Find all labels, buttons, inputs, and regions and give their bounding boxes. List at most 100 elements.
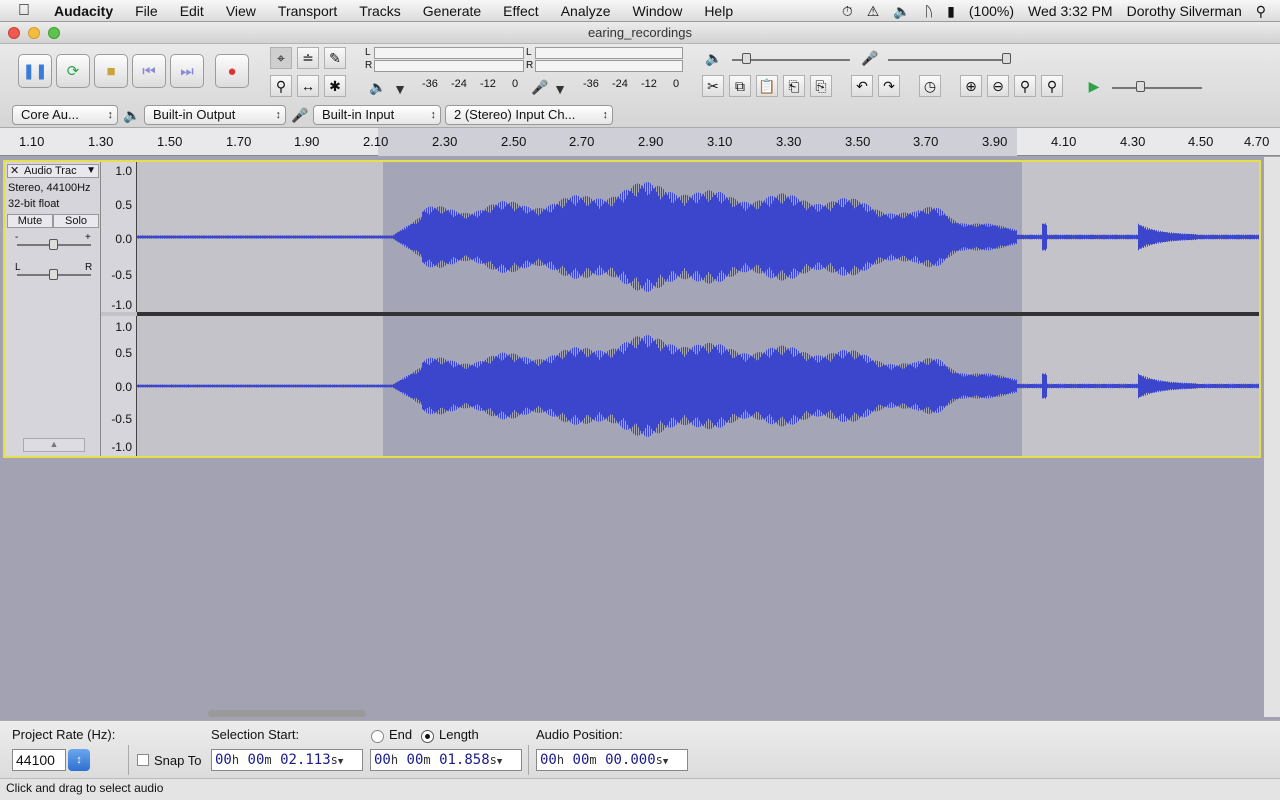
envelope-tool[interactable]: ≐ [297, 47, 319, 69]
input-device-icon: 🎤 [291, 106, 309, 123]
close-window-button[interactable] [8, 27, 20, 39]
draw-tool[interactable]: ✎ [324, 47, 346, 69]
pause-button[interactable]: ❚❚ [18, 54, 52, 88]
vertical-scrollbar[interactable] [1264, 157, 1280, 717]
minimize-window-button[interactable] [28, 27, 40, 39]
horizontal-scrollbar[interactable] [136, 708, 1264, 718]
input-channels-select[interactable]: 2 (Stereo) Input Ch... [445, 105, 613, 125]
horizontal-scroll-thumb[interactable] [208, 710, 366, 717]
input-volume-slider[interactable] [1002, 53, 1011, 64]
track-menu-chevron-icon[interactable]: ▼ [86, 165, 96, 176]
undo-button[interactable]: ↶ [851, 75, 873, 97]
multi-tool[interactable]: ✱ [324, 75, 346, 97]
redo-button[interactable]: ↷ [878, 75, 900, 97]
play-scale-24: -24 [451, 78, 467, 90]
collapse-track-button[interactable]: ▲ [23, 438, 85, 452]
output-volume-slider[interactable] [742, 53, 751, 64]
rec-meter-menu-icon[interactable]: ▼ [548, 78, 572, 100]
selection-start-time[interactable]: 00h 00m 02.113s▼ [211, 749, 363, 771]
menu-effect[interactable]: Effect [503, 3, 539, 19]
skip-end-button[interactable]: ⏭ [170, 54, 204, 88]
mac-menu-bar:  Audacity File Edit View Transport Trac… [0, 0, 1280, 22]
menu-view[interactable]: View [226, 3, 256, 19]
play-at-speed-icon[interactable]: ▶ [1082, 75, 1106, 97]
scale-label: 0.0 [115, 380, 132, 394]
paste-button[interactable]: 📋 [756, 75, 778, 97]
play-meter-menu-icon[interactable]: ▼ [388, 78, 412, 100]
fit-selection-button[interactable]: ⚲ [1014, 75, 1036, 97]
timeshift-tool[interactable]: ↔ [297, 75, 319, 97]
selection-tool[interactable]: ⌖ [270, 47, 292, 69]
trim-icon: ⎗ [788, 77, 800, 94]
zoom-out-button[interactable]: ⊖ [987, 75, 1009, 97]
loop-play-button[interactable]: ⟳ [56, 54, 90, 88]
format-menu-icon[interactable]: ▼ [338, 757, 343, 767]
play-speed-slider[interactable] [1136, 81, 1145, 92]
right-channel-waveform[interactable] [137, 316, 1259, 456]
volume-icon[interactable]: 🔈 [893, 3, 910, 20]
format-menu-icon[interactable]: ▼ [497, 757, 502, 767]
cut-button[interactable]: ✂ [702, 75, 724, 97]
battery-icon[interactable]: ▮ [947, 3, 955, 20]
audio-host-select[interactable]: Core Au... [12, 105, 118, 125]
project-rate-input[interactable]: 44100 [12, 749, 66, 771]
track-control-panel: ✕ Audio Trac ▼ Stereo, 44100Hz 32-bit fl… [5, 162, 101, 456]
menu-transport[interactable]: Transport [278, 3, 337, 19]
zoom-window-button[interactable] [48, 27, 60, 39]
project-rate-stepper[interactable]: ↕ [68, 749, 90, 771]
record-button[interactable]: ● [215, 54, 249, 88]
output-device-select[interactable]: Built-in Output [144, 105, 286, 125]
menu-help[interactable]: Help [704, 3, 733, 19]
record-icon: ● [227, 62, 237, 80]
user-name[interactable]: Dorothy Silverman [1127, 3, 1242, 19]
bluetooth-icon[interactable]: ᚢ [925, 3, 933, 19]
skip-start-button[interactable]: ⏮ [132, 54, 166, 88]
rec-scale-0: 0 [673, 78, 680, 90]
gain-slider[interactable] [49, 239, 58, 250]
double-arrow-icon: ↔ [301, 78, 315, 94]
speaker-icon: 🔈 [369, 78, 387, 95]
input-device-select[interactable]: Built-in Input [313, 105, 441, 125]
left-channel-waveform[interactable] [137, 162, 1259, 312]
track-name-menu[interactable]: Audio Trac [24, 165, 77, 177]
sync-lock-button[interactable]: ◷ [919, 75, 941, 97]
length-radio[interactable] [421, 730, 434, 743]
spotlight-icon[interactable]: ⚲ [1256, 3, 1266, 20]
zoom-tool[interactable]: ⚲ [270, 75, 292, 97]
ruler-tick: 3.50 [845, 134, 871, 149]
silence-button[interactable]: ⎘ [810, 75, 832, 97]
fit-project-button[interactable]: ⚲ [1041, 75, 1063, 97]
menu-generate[interactable]: Generate [423, 3, 481, 19]
minutes-value: 00 [247, 752, 265, 768]
app-menu[interactable]: Audacity [54, 3, 113, 19]
time-machine-icon[interactable]: ⏱ [842, 3, 853, 20]
track-close-icon[interactable]: ✕ [10, 164, 19, 177]
zoom-in-button[interactable]: ⊕ [960, 75, 982, 97]
solo-button[interactable]: Solo [53, 214, 99, 228]
play-speed-track[interactable] [1112, 87, 1202, 89]
end-label: End [389, 727, 413, 742]
menu-edit[interactable]: Edit [180, 3, 204, 19]
menu-tracks[interactable]: Tracks [359, 3, 400, 19]
selection-length-time[interactable]: 00h 00m 01.858s▼ [370, 749, 522, 771]
stop-button[interactable]: ■ [94, 54, 128, 88]
trim-button[interactable]: ⎗ [783, 75, 805, 97]
audio-track[interactable]: ✕ Audio Trac ▼ Stereo, 44100Hz 32-bit fl… [3, 160, 1261, 458]
format-menu-icon[interactable]: ▼ [663, 757, 668, 767]
timeline-ruler[interactable]: 1.10 1.30 1.50 1.70 1.90 2.10 2.30 2.50 … [0, 128, 1280, 156]
menu-file[interactable]: File [135, 3, 158, 19]
audio-position-time[interactable]: 00h 00m 00.000s▼ [536, 749, 688, 771]
pan-slider[interactable] [49, 269, 58, 280]
end-radio[interactable] [371, 730, 384, 743]
mute-button[interactable]: Mute [7, 214, 53, 228]
snap-to-checkbox[interactable] [137, 754, 149, 766]
copy-icon: ⧉ [735, 77, 745, 94]
copy-button[interactable]: ⧉ [729, 75, 751, 97]
input-volume-track[interactable] [888, 59, 1010, 61]
notification-icon[interactable]: ⚠ [867, 3, 880, 20]
apple-menu-icon[interactable]:  [18, 2, 40, 20]
menu-clock[interactable]: Wed 3:32 PM [1028, 3, 1113, 19]
menu-window[interactable]: Window [633, 3, 683, 19]
menu-analyze[interactable]: Analyze [561, 3, 611, 19]
scale-label: 0.0 [115, 232, 132, 246]
